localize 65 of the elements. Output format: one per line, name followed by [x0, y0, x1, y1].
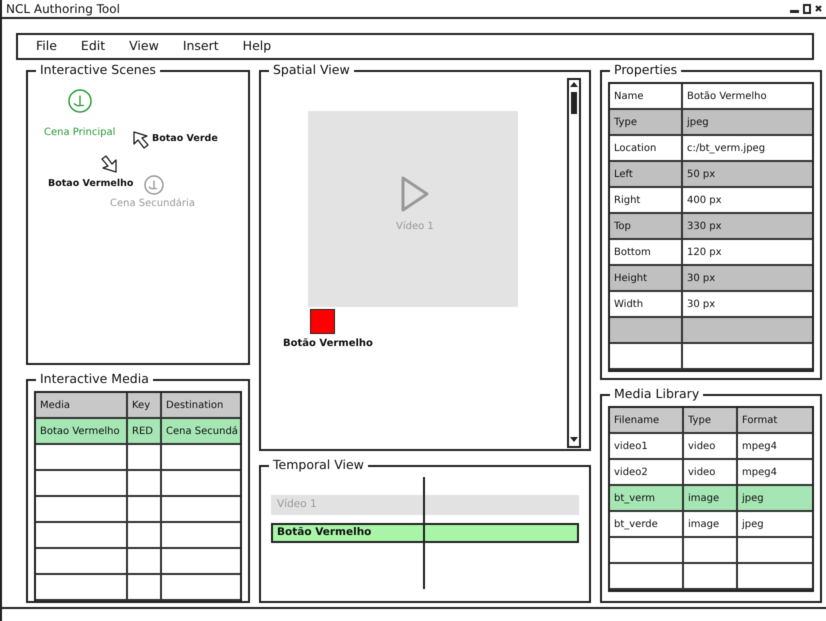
table-cell-text: jpeg: [740, 518, 765, 532]
table-cell: Right: [610, 188, 683, 212]
video-label: Vídeo 1: [396, 220, 434, 234]
column-header: Filename: [610, 408, 684, 432]
table-cell: Botao Vermelho: [36, 419, 128, 443]
menu-item[interactable]: Insert: [182, 37, 219, 56]
table-cell: RED: [128, 419, 162, 443]
panel-title: Properties: [610, 62, 682, 78]
panel-title: Media Library: [610, 386, 704, 402]
table-cell: Width: [610, 292, 683, 316]
button-label: Botão Vermelho: [283, 337, 373, 351]
close-icon[interactable]: [815, 5, 822, 12]
panel-title: Temporal View: [269, 456, 368, 473]
column-header: Key: [128, 393, 162, 417]
table-cell-text: 330 px: [686, 220, 723, 234]
arrow-icon: [100, 154, 118, 174]
table-cell: video: [684, 434, 738, 458]
panel-title: Spatial View: [269, 62, 354, 78]
menu-item[interactable]: Edit: [80, 37, 106, 56]
table-cell-text: 30 px: [686, 272, 716, 286]
table-cell-text: Botão Vermelho: [686, 90, 768, 104]
column-header: Media: [36, 393, 128, 417]
table-cell: Name: [610, 84, 683, 108]
menu-item[interactable]: Help: [242, 37, 272, 56]
table-cell: bt_verm: [610, 486, 684, 510]
arrow-icon: [132, 130, 150, 150]
column-header: Format: [741, 414, 778, 428]
column-header: Type: [684, 408, 738, 432]
table-cell: Top: [610, 214, 683, 238]
table-cell: video: [684, 460, 738, 484]
scene-label[interactable]: Cena Principal: [44, 125, 116, 140]
window-title: NCL Authoring Tool: [6, 0, 120, 18]
table-cell-text: jpeg: [686, 116, 710, 130]
table-cell: Type: [610, 110, 683, 134]
table-cell: Left: [610, 162, 683, 186]
table-cell: Height: [610, 266, 683, 290]
table-row[interactable]: video1 video mpeg4: [610, 434, 812, 460]
table-cell-text: mpeg4: [741, 466, 778, 480]
table-cell: image: [684, 512, 738, 536]
menu-item[interactable]: File: [36, 37, 57, 56]
timeline-track[interactable]: Botão Vermelho: [271, 522, 579, 543]
table-cell-text: Cena Secundá: [165, 424, 239, 438]
table-cell: video1: [610, 434, 684, 458]
table-cell-text: jpeg: [740, 492, 765, 506]
table-row[interactable]: Botao Vermelho RED Cena Secundá: [36, 419, 240, 445]
table-cell: video2: [610, 460, 684, 484]
play-icon: [400, 175, 430, 213]
button-region[interactable]: [310, 309, 335, 334]
table-cell-text: 400 px: [686, 194, 723, 208]
table-cell: Bottom: [610, 240, 683, 264]
table-cell: image: [684, 486, 738, 510]
table-cell-text: mpeg4: [741, 440, 778, 454]
menu-item[interactable]: View: [129, 37, 159, 56]
transition-label: Botao Vermelho: [48, 177, 134, 191]
table-cell-text: 50 px: [686, 168, 716, 182]
table-row[interactable]: bt_verm image jpeg: [610, 486, 812, 512]
table-cell: Location: [610, 136, 683, 160]
table-cell-text: 120 px: [686, 246, 723, 260]
transition-label: Botao Verde: [152, 132, 218, 146]
column-header: Destination: [165, 398, 224, 412]
table-cell-text: c:/bt_verm.jpeg: [686, 142, 766, 156]
table-cell-text: 30 px: [686, 298, 716, 312]
maximize-icon[interactable]: [803, 4, 811, 14]
table-row[interactable]: bt_verde image jpeg: [610, 512, 812, 538]
table-cell: bt_verde: [610, 512, 684, 536]
